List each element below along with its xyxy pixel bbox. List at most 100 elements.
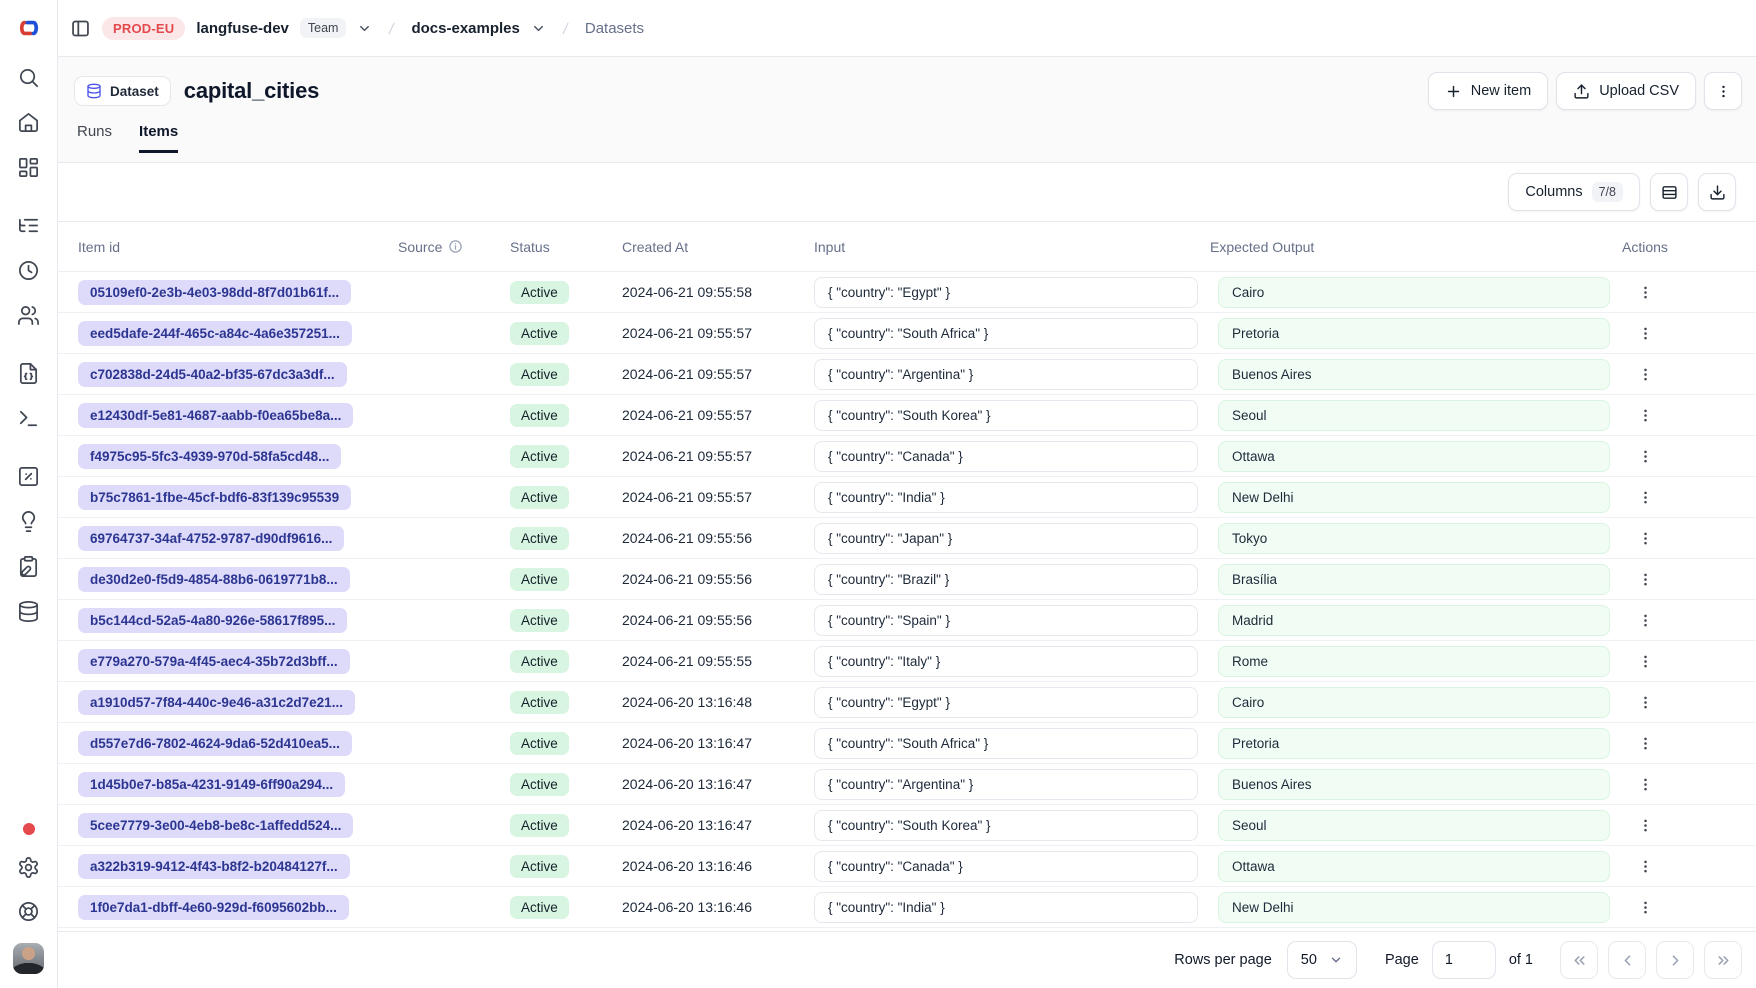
table-row[interactable]: e779a270-579a-4f45-aec4-35b72d3bff... Ac… (58, 641, 1756, 682)
breadcrumb-section[interactable]: Datasets (585, 20, 644, 37)
item-id-link[interactable]: e12430df-5e81-4687-aabb-f0ea65be8a... (78, 403, 353, 428)
input-cell[interactable]: { "country": "Italy" } (814, 646, 1198, 677)
table-row[interactable]: b5c144cd-52a5-4a80-926e-58617f895... Act… (58, 600, 1756, 641)
table-row[interactable]: 5cee7779-3e00-4eb8-be8c-1affedd524... Ac… (58, 805, 1756, 846)
row-actions-menu-button[interactable] (1635, 897, 1656, 918)
col-header-expected-output[interactable]: Expected Output (1210, 239, 1622, 255)
row-actions-menu-button[interactable] (1635, 610, 1656, 631)
input-cell[interactable]: { "country": "Spain" } (814, 605, 1198, 636)
table-row[interactable]: c702838d-24d5-40a2-bf35-67dc3a3df... Act… (58, 354, 1756, 395)
item-id-link[interactable]: 1f0e7da1-dbff-4e60-929d-f6095602bb... (78, 895, 349, 920)
item-id-link[interactable]: a322b319-9412-4f43-b8f2-b20484127f... (78, 854, 350, 879)
row-actions-menu-button[interactable] (1635, 528, 1656, 549)
table-row[interactable]: d557e7d6-7802-4624-9da6-52d410ea5... Act… (58, 723, 1756, 764)
col-header-source[interactable]: Source (398, 239, 510, 255)
project-switcher-button[interactable] (531, 21, 546, 36)
page-number-input[interactable] (1432, 941, 1496, 979)
expected-output-cell[interactable]: Ottawa (1218, 441, 1610, 472)
expected-output-cell[interactable]: Rome (1218, 646, 1610, 677)
item-id-link[interactable]: 05109ef0-2e3b-4e03-98dd-8f7d01b61f... (78, 280, 351, 305)
next-page-button[interactable] (1656, 941, 1694, 979)
row-actions-menu-button[interactable] (1635, 487, 1656, 508)
sidebar-item-annotation[interactable] (17, 554, 41, 578)
item-id-link[interactable]: e779a270-579a-4f45-aec4-35b72d3bff... (78, 649, 350, 674)
langfuse-logo-icon[interactable] (16, 15, 42, 41)
table-row[interactable]: f4975c95-5fc3-4939-970d-58fa5cd48... Act… (58, 436, 1756, 477)
sidebar-item-lightbulb[interactable] (17, 509, 41, 533)
expected-output-cell[interactable]: Pretoria (1218, 318, 1610, 349)
table-row[interactable]: b75c7861-1fbe-45cf-bdf6-83f139c95539 Act… (58, 477, 1756, 518)
previous-page-button[interactable] (1608, 941, 1646, 979)
item-id-link[interactable]: d557e7d6-7802-4624-9da6-52d410ea5... (78, 731, 352, 756)
tab-items[interactable]: Items (139, 123, 178, 153)
row-actions-menu-button[interactable] (1635, 364, 1656, 385)
col-header-created-at[interactable]: Created At (622, 239, 814, 255)
item-id-link[interactable]: b5c144cd-52a5-4a80-926e-58617f895... (78, 608, 347, 633)
project-name[interactable]: docs-examples (411, 20, 519, 37)
sidebar-item-prompts[interactable] (17, 361, 41, 385)
input-cell[interactable]: { "country": "Japan" } (814, 523, 1198, 554)
expected-output-cell[interactable]: Tokyo (1218, 523, 1610, 554)
row-actions-menu-button[interactable] (1635, 774, 1656, 795)
expected-output-cell[interactable]: Cairo (1218, 687, 1610, 718)
row-actions-menu-button[interactable] (1635, 282, 1656, 303)
input-cell[interactable]: { "country": "Argentina" } (814, 359, 1198, 390)
table-row[interactable]: eed5dafe-244f-465c-a84c-4a6e357251... Ac… (58, 313, 1756, 354)
input-cell[interactable]: { "country": "India" } (814, 482, 1198, 513)
expected-output-cell[interactable]: Brasília (1218, 564, 1610, 595)
row-actions-menu-button[interactable] (1635, 815, 1656, 836)
user-avatar[interactable] (13, 943, 44, 974)
expected-output-cell[interactable]: New Delhi (1218, 892, 1610, 923)
input-cell[interactable]: { "country": "India" } (814, 892, 1198, 923)
table-row[interactable]: de30d2e0-f5d9-4854-88b6-0619771b8... Act… (58, 559, 1756, 600)
sidebar-item-sessions[interactable] (17, 258, 41, 282)
input-cell[interactable]: { "country": "Canada" } (814, 441, 1198, 472)
input-cell[interactable]: { "country": "Egypt" } (814, 277, 1198, 308)
upload-csv-button[interactable]: Upload CSV (1556, 72, 1696, 110)
input-cell[interactable]: { "country": "Brazil" } (814, 564, 1198, 595)
new-item-button[interactable]: New item (1428, 72, 1548, 110)
sidebar-item-search[interactable] (17, 65, 41, 89)
col-header-item-id[interactable]: Item id (78, 239, 398, 255)
row-actions-menu-button[interactable] (1635, 733, 1656, 754)
table-row[interactable]: e12430df-5e81-4687-aabb-f0ea65be8a... Ac… (58, 395, 1756, 436)
item-id-link[interactable]: 1d45b0e7-b85a-4231-9149-6ff90a294... (78, 772, 345, 797)
sidebar-item-settings[interactable] (17, 855, 41, 879)
input-cell[interactable]: { "country": "South Korea" } (814, 400, 1198, 431)
more-actions-button[interactable] (1704, 72, 1742, 110)
expected-output-cell[interactable]: Ottawa (1218, 851, 1610, 882)
col-header-input[interactable]: Input (814, 239, 1210, 255)
row-actions-menu-button[interactable] (1635, 446, 1656, 467)
item-id-link[interactable]: b75c7861-1fbe-45cf-bdf6-83f139c95539 (78, 485, 351, 510)
sidebar-item-datasets[interactable] (17, 599, 41, 623)
export-button[interactable] (1698, 173, 1736, 211)
expected-output-cell[interactable]: Buenos Aires (1218, 359, 1610, 390)
expected-output-cell[interactable]: New Delhi (1218, 482, 1610, 513)
item-id-link[interactable]: a1910d57-7f84-440c-9e46-a31c2d7e21... (78, 690, 355, 715)
col-header-status[interactable]: Status (510, 239, 622, 255)
row-actions-menu-button[interactable] (1635, 569, 1656, 590)
sidebar-item-home[interactable] (17, 110, 41, 134)
table-row[interactable]: 69764737-34af-4752-9787-d90df9616... Act… (58, 518, 1756, 559)
org-name[interactable]: langfuse-dev (196, 20, 289, 37)
expected-output-cell[interactable]: Seoul (1218, 400, 1610, 431)
expected-output-cell[interactable]: Pretoria (1218, 728, 1610, 759)
sidebar-toggle-button[interactable] (70, 18, 91, 39)
table-row[interactable]: 05109ef0-2e3b-4e03-98dd-8f7d01b61f... Ac… (58, 272, 1756, 313)
row-actions-menu-button[interactable] (1635, 323, 1656, 344)
table-row[interactable]: 1d45b0e7-b85a-4231-9149-6ff90a294... Act… (58, 764, 1756, 805)
input-cell[interactable]: { "country": "Canada" } (814, 851, 1198, 882)
last-page-button[interactable] (1704, 941, 1742, 979)
rows-per-page-select[interactable]: 50 (1287, 941, 1357, 979)
table-row[interactable]: a322b319-9412-4f43-b8f2-b20484127f... Ac… (58, 846, 1756, 887)
sidebar-item-dashboard[interactable] (17, 155, 41, 179)
item-id-link[interactable]: 5cee7779-3e00-4eb8-be8c-1affedd524... (78, 813, 353, 838)
item-id-link[interactable]: 69764737-34af-4752-9787-d90df9616... (78, 526, 344, 551)
expected-output-cell[interactable]: Buenos Aires (1218, 769, 1610, 800)
row-actions-menu-button[interactable] (1635, 651, 1656, 672)
tab-runs[interactable]: Runs (77, 123, 112, 153)
sidebar-item-support[interactable] (17, 899, 41, 923)
sidebar-item-tracing[interactable] (17, 213, 41, 237)
first-page-button[interactable] (1560, 941, 1598, 979)
expected-output-cell[interactable]: Madrid (1218, 605, 1610, 636)
